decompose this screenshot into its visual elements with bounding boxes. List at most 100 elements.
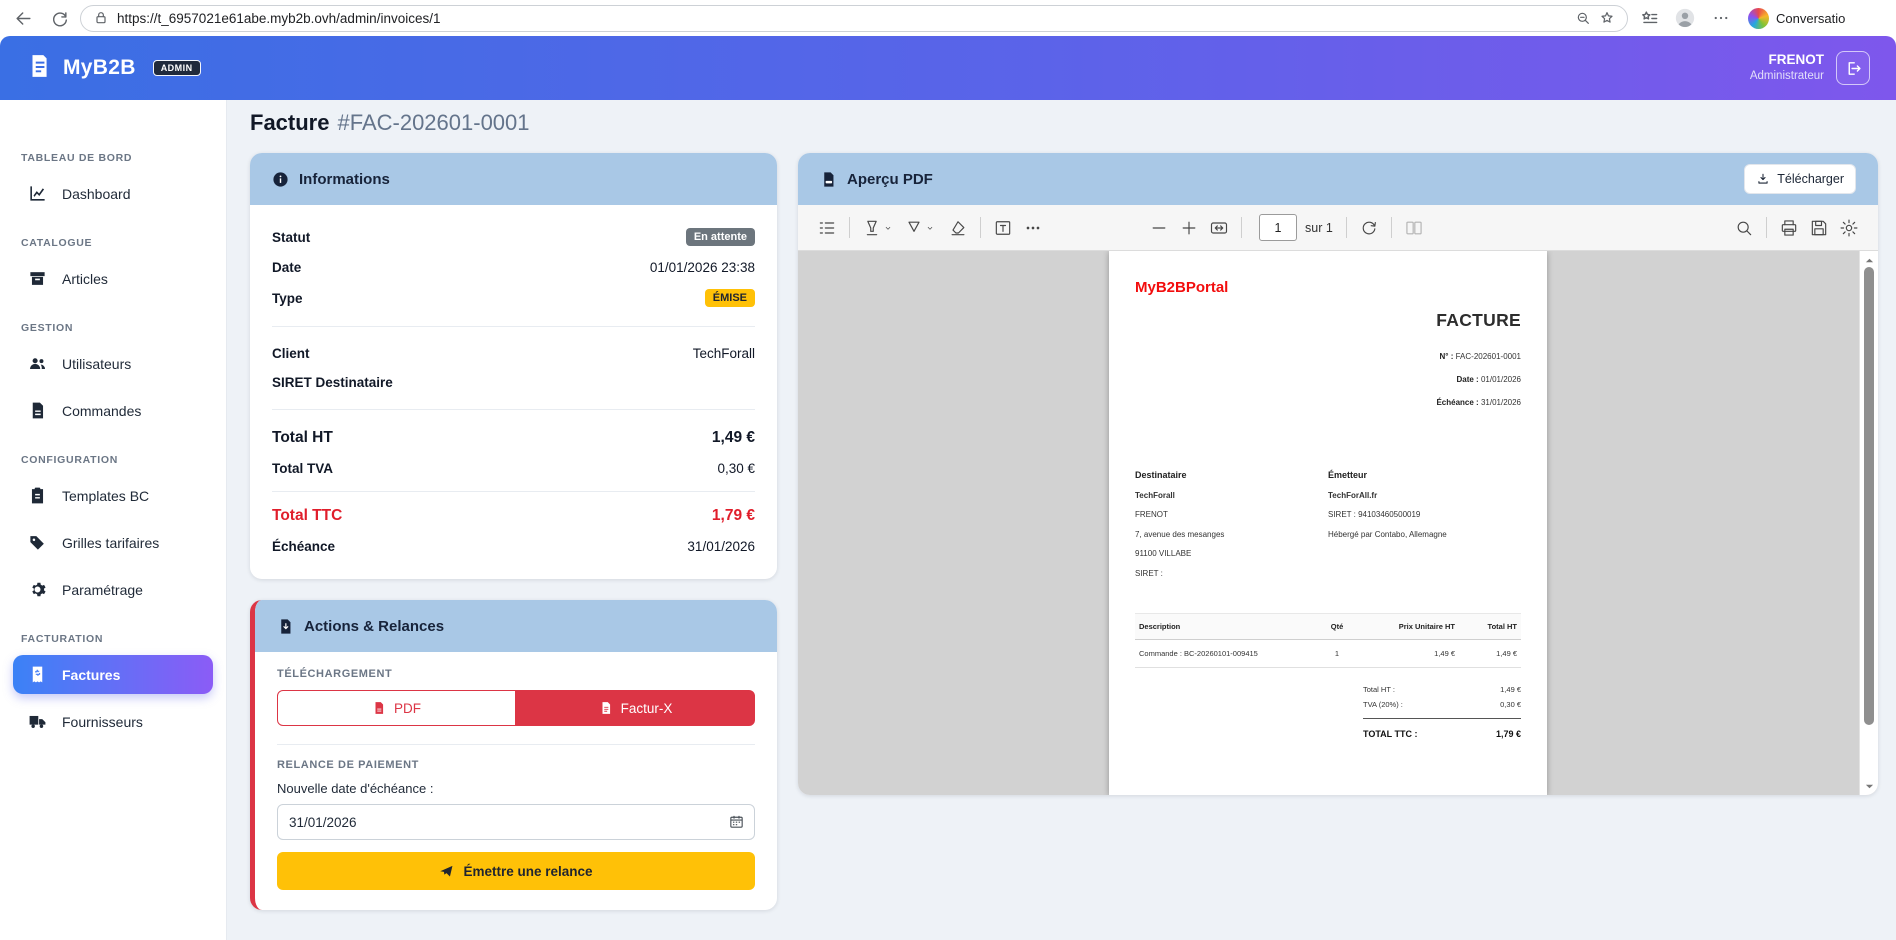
users-icon	[28, 354, 47, 373]
address-bar[interactable]: https://t_6957021e61abe.myb2b.ovh/admin/…	[80, 5, 1628, 32]
actions-card: Actions & Relances TÉLÉCHARGEMENT PDF Fa…	[250, 600, 777, 910]
search-icon	[1734, 218, 1754, 238]
total-ht-value: 1,49 €	[1500, 682, 1521, 697]
total-tva-label: Total TVA	[272, 461, 333, 476]
app-header: MyB2B ADMIN FRENOT Administrateur	[0, 36, 1896, 100]
eraser-icon	[948, 218, 968, 238]
divider	[272, 491, 755, 492]
pdf-issuer-block: Émetteur TechForAll.fr SIRET : 941034605…	[1328, 466, 1521, 583]
download-icon	[1756, 172, 1770, 186]
invoice-logo-icon	[26, 53, 52, 84]
download-facturx-button[interactable]: Factur-X	[516, 690, 755, 726]
fit-to-width-button[interactable]	[1204, 213, 1234, 243]
row-total-ht: Total HT 1,49 €	[272, 422, 755, 454]
sidebar-item-dashboard[interactable]: Dashboard	[13, 174, 213, 213]
truck-icon	[28, 712, 47, 731]
table-header-row: Description Qté Prix Unitaire HT Total H…	[1135, 613, 1521, 640]
user-name: FRENOT	[1750, 52, 1824, 69]
pdf-scrollbar[interactable]	[1859, 251, 1878, 795]
logout-icon	[1845, 60, 1862, 77]
sidebar-item-factures[interactable]: Factures	[13, 655, 213, 694]
app-logo[interactable]: MyB2B ADMIN	[26, 53, 201, 84]
sidebar-item-parametrage[interactable]: Paramétrage	[13, 570, 213, 609]
col-unit-price: Prix Unitaire HT	[1363, 622, 1455, 631]
url-text: https://t_6957021e61abe.myb2b.ovh/admin/…	[117, 11, 1567, 26]
print-button[interactable]	[1774, 213, 1804, 243]
page-number-input[interactable]	[1259, 214, 1297, 241]
sidebar-item-utilisateurs[interactable]: Utilisateurs	[13, 344, 213, 383]
more-tools-button[interactable]	[1018, 213, 1048, 243]
favorite-star-icon[interactable]	[1599, 10, 1615, 26]
zoom-out-button[interactable]	[1144, 213, 1174, 243]
ellipsis-icon	[1712, 9, 1730, 27]
favorites-hub-button[interactable]	[1634, 3, 1664, 33]
doc-date: 01/01/2026	[1481, 375, 1521, 384]
row-client: Client TechForall	[272, 339, 755, 368]
chevron-down-icon[interactable]	[883, 223, 893, 233]
pdf-viewer[interactable]: MyB2BPortal FACTURE N° : FAC-202601-0001…	[798, 251, 1878, 795]
chevron-down-icon[interactable]	[925, 223, 935, 233]
scroll-down-arrow[interactable]	[1860, 779, 1878, 793]
scroll-up-arrow[interactable]	[1860, 253, 1878, 267]
save-icon	[1809, 218, 1829, 238]
sidebar-item-commandes[interactable]: Commandes	[13, 391, 213, 430]
toolbar-separator	[849, 217, 850, 238]
pdf-items-table: Description Qté Prix Unitaire HT Total H…	[1135, 613, 1521, 668]
total-ttc-label: Total TTC	[272, 507, 342, 525]
sidebar-item-grilles-tarifaires[interactable]: Grilles tarifaires	[13, 523, 213, 562]
copilot-label: Conversatio	[1776, 11, 1845, 26]
erase-button[interactable]	[943, 213, 973, 243]
printer-icon	[1779, 218, 1799, 238]
browser-profile-button[interactable]	[1670, 3, 1700, 33]
add-text-button[interactable]	[988, 213, 1018, 243]
ttc-value: 1,79 €	[1496, 727, 1521, 742]
sidebar-item-label: Utilisateurs	[62, 356, 131, 372]
doc-number: FAC-202601-0001	[1456, 352, 1521, 361]
row-total-tva: Total TVA 0,30 €	[272, 454, 755, 483]
admin-badge: ADMIN	[153, 60, 201, 76]
sidebar-item-label: Commandes	[62, 403, 141, 419]
zoom-out-icon[interactable]	[1575, 10, 1591, 26]
calendar-icon[interactable]	[728, 813, 745, 830]
fit-width-icon	[1209, 218, 1229, 238]
text-box-icon	[993, 218, 1013, 238]
total-ttc-value: 1,79 €	[712, 507, 755, 525]
gear-icon	[28, 580, 47, 599]
save-button[interactable]	[1804, 213, 1834, 243]
browser-refresh-button[interactable]	[44, 3, 74, 33]
page-title: Facture#FAC-202601-0001	[250, 110, 1878, 136]
row-statut: Statut En attente	[272, 221, 755, 253]
due-date-input[interactable]	[277, 804, 755, 840]
telecharger-button[interactable]: Télécharger	[1744, 164, 1856, 194]
ellipsis-icon	[1023, 218, 1043, 238]
copilot-button[interactable]: Conversatio	[1742, 8, 1858, 29]
divider	[272, 409, 755, 410]
divider	[277, 744, 755, 745]
scrollbar-thumb[interactable]	[1864, 267, 1874, 725]
browser-back-button[interactable]	[8, 3, 38, 33]
search-document-button[interactable]	[1729, 213, 1759, 243]
user-block: FRENOT Administrateur	[1750, 52, 1824, 83]
sidebar-item-templates-bc[interactable]: Templates BC	[13, 476, 213, 515]
pdf-doc-meta: N° : FAC-202601-0001 Date : 01/01/2026 É…	[1135, 345, 1521, 414]
doc-number-label: N° :	[1440, 352, 1454, 361]
tags-icon	[28, 533, 47, 552]
rotate-button[interactable]	[1354, 213, 1384, 243]
toc-button[interactable]	[812, 213, 842, 243]
informations-card-header: Informations	[250, 153, 777, 205]
sidebar-item-articles[interactable]: Articles	[13, 259, 213, 298]
logout-button[interactable]	[1836, 51, 1870, 85]
statut-badge: En attente	[686, 228, 755, 246]
relance-button-label: Émettre une relance	[463, 864, 592, 879]
zoom-in-button[interactable]	[1174, 213, 1204, 243]
invoice-number: #FAC-202601-0001	[337, 110, 529, 135]
echeance-label: Échéance	[272, 539, 335, 554]
download-pdf-button[interactable]: PDF	[277, 690, 516, 726]
pdf-settings-button[interactable]	[1834, 213, 1864, 243]
emit-relance-button[interactable]: Émettre une relance	[277, 852, 755, 890]
toolbar-separator	[1766, 217, 1767, 238]
pdf-page: MyB2BPortal FACTURE N° : FAC-202601-0001…	[1109, 251, 1547, 795]
sidebar-item-fournisseurs[interactable]: Fournisseurs	[13, 702, 213, 741]
browser-menu-button[interactable]	[1706, 3, 1736, 33]
informations-card: Informations Statut En attente Date 01/0…	[250, 153, 777, 579]
